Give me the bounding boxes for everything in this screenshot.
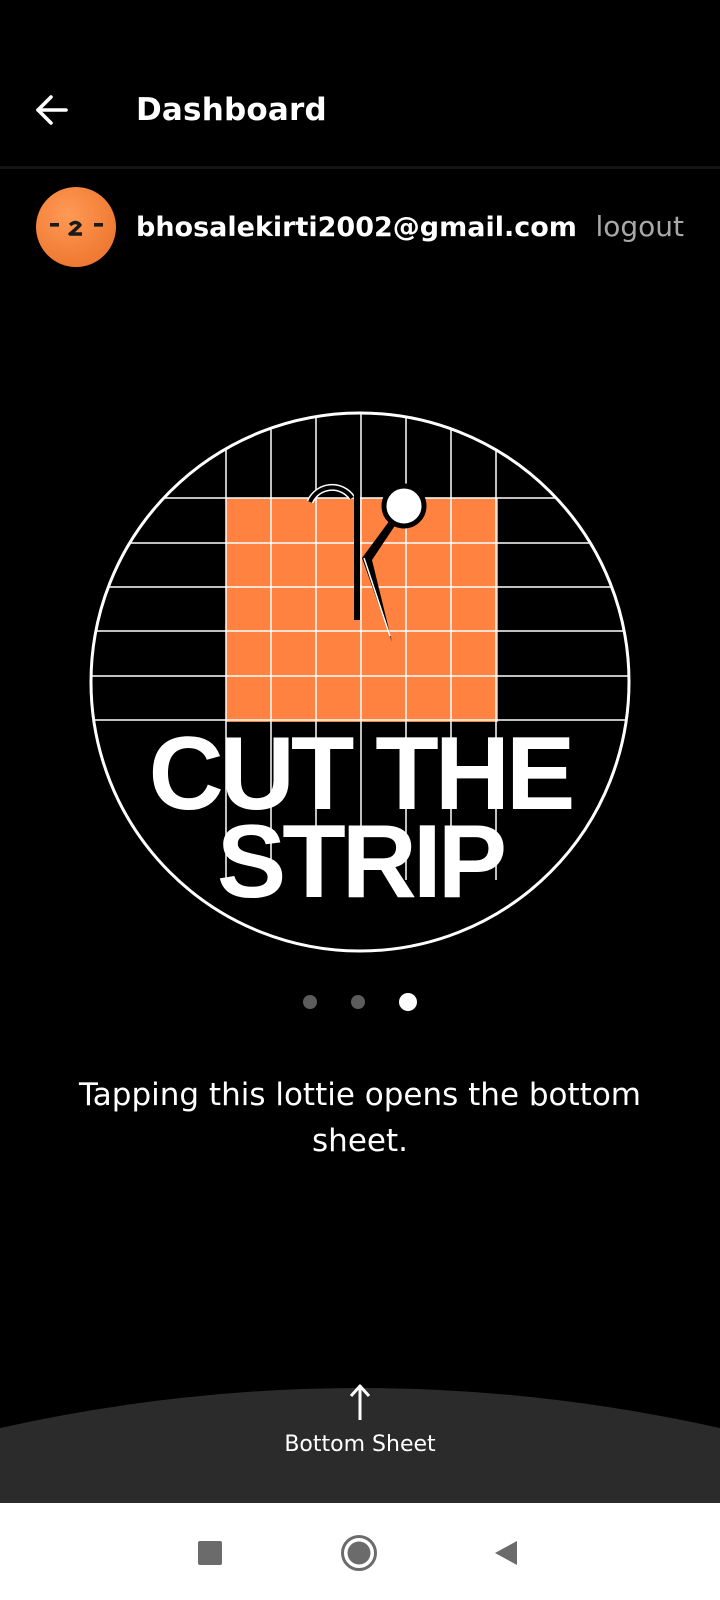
sleepy-face-icon xyxy=(50,220,103,236)
page-title: Dashboard xyxy=(136,92,327,128)
orange-strip xyxy=(226,498,498,722)
logout-link[interactable]: logout xyxy=(595,210,684,243)
arrow-up-icon xyxy=(349,1384,371,1420)
circle-home-icon xyxy=(341,1535,377,1571)
recents-button[interactable] xyxy=(180,1523,240,1583)
carousel-caption: Tapping this lottie opens the bottom she… xyxy=(78,1077,641,1159)
user-row: bhosalekirti2002@gmail.com logout xyxy=(0,168,720,288)
triangle-back-icon xyxy=(495,1541,517,1565)
page-dot-2[interactable] xyxy=(351,995,365,1009)
page-dot-3-active[interactable] xyxy=(399,993,417,1011)
artwork-title-line2: STRIP xyxy=(216,804,507,920)
square-icon xyxy=(198,1541,222,1565)
page-dot-1[interactable] xyxy=(303,995,317,1009)
home-button[interactable] xyxy=(329,1523,389,1583)
bottom-sheet-label: Bottom Sheet xyxy=(284,1432,436,1457)
avatar xyxy=(36,187,116,267)
page-indicator xyxy=(0,992,720,1012)
bottom-sheet-handle[interactable]: Bottom Sheet xyxy=(0,1384,720,1503)
arrow-left-icon xyxy=(36,95,68,125)
lottie-animation[interactable]: CUT THE STRIP xyxy=(88,410,632,954)
back-button[interactable] xyxy=(26,84,78,136)
top-app-bar: Dashboard xyxy=(0,0,720,169)
system-back-button[interactable] xyxy=(476,1523,536,1583)
user-email: bhosalekirti2002@gmail.com xyxy=(136,212,577,243)
system-navigation-bar xyxy=(0,1503,720,1600)
